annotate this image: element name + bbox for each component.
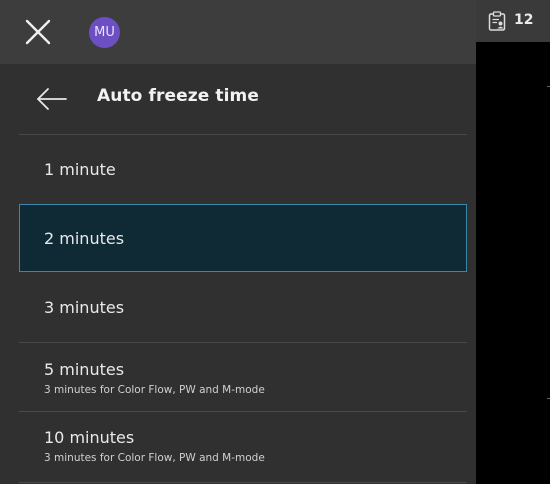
page-title: Auto freeze time <box>97 86 259 106</box>
option-10-minutes[interactable]: 10 minutes 3 minutes for Color Flow, PW … <box>19 412 467 484</box>
patient-count: 12 <box>514 12 534 28</box>
option-label: 3 minutes <box>44 298 125 317</box>
option-3-minutes[interactable]: 3 minutes <box>19 273 467 341</box>
option-sublabel: 3 minutes for Color Flow, PW and M-mode <box>44 384 265 396</box>
close-icon[interactable] <box>22 16 54 48</box>
option-1-minute[interactable]: 1 minute <box>19 135 467 203</box>
option-5-minutes[interactable]: 5 minutes 3 minutes for Color Flow, PW a… <box>19 343 467 411</box>
option-label: 5 minutes <box>44 360 125 379</box>
option-label: 2 minutes <box>44 229 125 248</box>
divider <box>19 482 467 483</box>
option-2-minutes[interactable]: 2 minutes <box>19 204 467 272</box>
arrow-left-icon[interactable] <box>35 84 69 114</box>
patient-indicator[interactable]: 12 <box>476 0 550 42</box>
option-label: 1 minute <box>44 160 116 179</box>
settings-panel: MU Auto freeze time 1 minute 2 minutes 3… <box>0 0 476 484</box>
avatar[interactable]: MU <box>89 17 120 48</box>
right-panel: 12 <box>476 0 550 484</box>
page-header: Auto freeze time <box>0 64 476 134</box>
option-label: 10 minutes <box>44 428 135 447</box>
top-bar: MU <box>0 0 476 64</box>
screen: MU Auto freeze time 1 minute 2 minutes 3… <box>0 0 550 484</box>
clipboard-user-icon <box>488 11 506 31</box>
option-sublabel: 3 minutes for Color Flow, PW and M-mode <box>44 452 265 464</box>
